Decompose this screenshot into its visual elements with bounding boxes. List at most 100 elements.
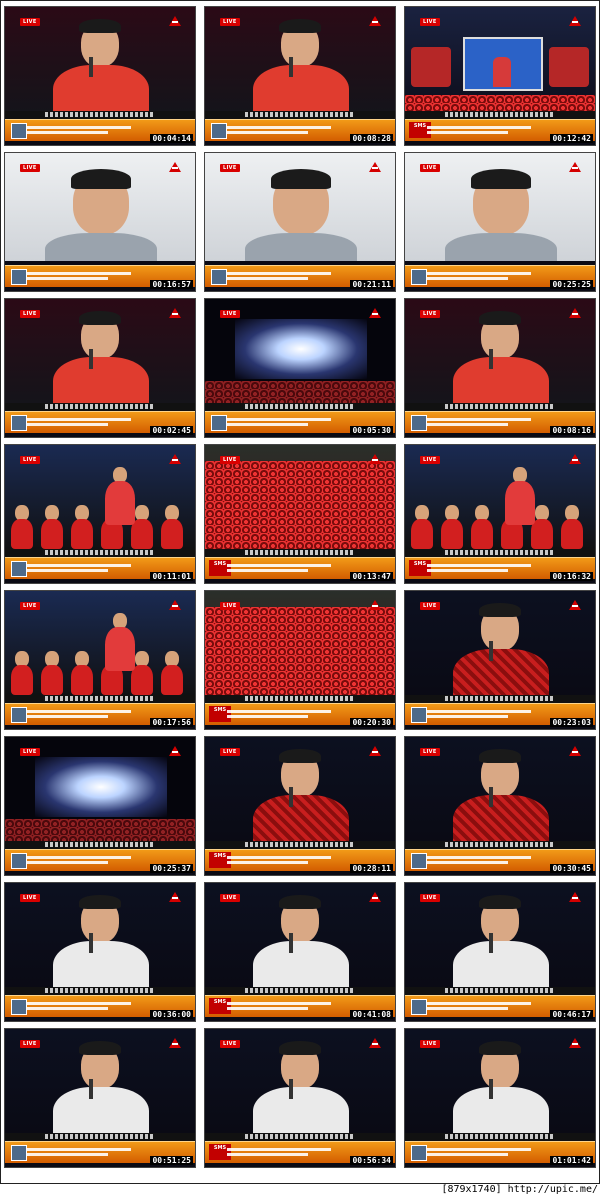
timestamp: 00:17:56 <box>150 718 193 727</box>
timestamp: 00:36:00 <box>150 1010 193 1019</box>
ticker-text <box>227 854 343 868</box>
image-host-caption[interactable]: [879x1740] http://upic.me/ <box>441 1184 598 1195</box>
headline-strip <box>5 1133 195 1141</box>
headline-strip <box>205 403 395 411</box>
timestamp: 00:56:34 <box>350 1156 393 1165</box>
ticker-text <box>227 1146 343 1160</box>
ticker-avatar-icon <box>211 269 227 285</box>
live-badge: LIVE <box>220 456 240 464</box>
ticker-avatar-icon <box>211 123 227 139</box>
timestamp: 00:05:30 <box>350 426 393 435</box>
headline-strip <box>5 841 195 849</box>
video-thumbnail[interactable]: LIVE SMS 00:28:11 <box>204 736 396 876</box>
live-badge: LIVE <box>20 164 40 172</box>
timestamp: 00:11:01 <box>150 572 193 581</box>
timestamp: 00:25:25 <box>550 280 593 289</box>
timestamp: 00:46:17 <box>550 1010 593 1019</box>
video-thumbnail[interactable]: LIVE 00:46:17 <box>404 882 596 1022</box>
video-thumbnail[interactable]: LIVE 00:02:45 <box>4 298 196 438</box>
headline-strip <box>5 403 195 411</box>
video-thumbnail[interactable]: LIVE SMS 00:13:47 <box>204 444 396 584</box>
video-thumbnail[interactable]: LIVE 00:25:37 <box>4 736 196 876</box>
ticker-avatar-icon <box>411 999 427 1015</box>
ticker-text <box>427 270 543 284</box>
thumbnail-grid: LIVE 00:04:14 LIVE 00:08:28 LIVE SMS 00:12:42 L… <box>4 4 598 1180</box>
headline-strip <box>205 987 395 995</box>
video-thumbnail[interactable]: LIVE 00:17:56 <box>4 590 196 730</box>
channel-logo-icon <box>569 454 581 464</box>
timestamp: 00:13:47 <box>350 572 393 581</box>
timestamp: 00:08:28 <box>350 134 393 143</box>
ticker-text <box>227 416 343 430</box>
ticker-text <box>227 270 343 284</box>
channel-logo-icon <box>169 454 181 464</box>
headline-strip <box>205 1133 395 1141</box>
video-thumbnail[interactable]: LIVE 00:25:25 <box>404 152 596 292</box>
live-badge: LIVE <box>20 748 40 756</box>
video-thumbnail[interactable]: LIVE 00:30:45 <box>404 736 596 876</box>
live-badge: LIVE <box>20 602 40 610</box>
ticker-avatar-icon <box>11 707 27 723</box>
timestamp: 00:30:45 <box>550 864 593 873</box>
timestamp: 00:21:11 <box>350 280 393 289</box>
ticker-text <box>427 562 543 576</box>
headline-strip <box>5 695 195 703</box>
video-thumbnail[interactable]: LIVE 00:05:30 <box>204 298 396 438</box>
channel-logo-icon <box>169 162 181 172</box>
video-thumbnail[interactable]: LIVE 00:23:03 <box>404 590 596 730</box>
live-badge: LIVE <box>420 456 440 464</box>
video-thumbnail[interactable]: LIVE 00:04:14 <box>4 6 196 146</box>
video-thumbnail[interactable]: LIVE SMS 00:12:42 <box>404 6 596 146</box>
live-badge: LIVE <box>220 894 240 902</box>
ticker-avatar-icon <box>11 123 27 139</box>
headline-strip <box>405 987 595 995</box>
channel-logo-icon <box>369 308 381 318</box>
headline-strip <box>5 987 195 995</box>
timestamp: 00:16:57 <box>150 280 193 289</box>
timestamp: 00:20:30 <box>350 718 393 727</box>
timestamp: 00:28:11 <box>350 864 393 873</box>
ticker-avatar-icon <box>11 269 27 285</box>
video-thumbnail[interactable]: LIVE 00:08:16 <box>404 298 596 438</box>
channel-logo-icon <box>169 746 181 756</box>
ticker-avatar-icon <box>11 561 27 577</box>
video-thumbnail[interactable]: LIVE 01:01:42 <box>404 1028 596 1168</box>
headline-strip <box>405 549 595 557</box>
channel-logo-icon <box>369 162 381 172</box>
ticker-text <box>427 124 543 138</box>
ticker-text <box>27 562 143 576</box>
ticker-text <box>427 1000 543 1014</box>
channel-logo-icon <box>569 746 581 756</box>
video-thumbnail[interactable]: LIVE 00:11:01 <box>4 444 196 584</box>
channel-logo-icon <box>569 600 581 610</box>
video-thumbnail[interactable]: LIVE 00:16:57 <box>4 152 196 292</box>
ticker-text <box>27 124 143 138</box>
video-thumbnail[interactable]: LIVE 00:21:11 <box>204 152 396 292</box>
ticker-text <box>427 1146 543 1160</box>
ticker-text <box>27 1000 143 1014</box>
ticker-text <box>227 562 343 576</box>
video-thumbnail[interactable]: LIVE SMS 00:16:32 <box>404 444 596 584</box>
ticker-avatar-icon <box>11 853 27 869</box>
ticker-avatar-icon <box>411 853 427 869</box>
live-badge: LIVE <box>20 456 40 464</box>
ticker-avatar-icon <box>11 999 27 1015</box>
video-thumbnail[interactable]: LIVE 00:51:25 <box>4 1028 196 1168</box>
ticker-text <box>27 270 143 284</box>
channel-logo-icon <box>569 16 581 26</box>
ticker-text <box>427 416 543 430</box>
channel-logo-icon <box>369 16 381 26</box>
headline-strip <box>205 841 395 849</box>
video-thumbnail[interactable]: LIVE 00:08:28 <box>204 6 396 146</box>
video-thumbnail[interactable]: LIVE SMS 00:20:30 <box>204 590 396 730</box>
timestamp: 00:23:03 <box>550 718 593 727</box>
channel-logo-icon <box>569 308 581 318</box>
live-badge: LIVE <box>220 1040 240 1048</box>
video-thumbnail[interactable]: LIVE SMS 00:41:08 <box>204 882 396 1022</box>
ticker-text <box>227 708 343 722</box>
ticker-avatar-icon <box>411 415 427 431</box>
video-thumbnail[interactable]: LIVE 00:36:00 <box>4 882 196 1022</box>
live-badge: LIVE <box>220 18 240 26</box>
channel-logo-icon <box>369 1038 381 1048</box>
video-thumbnail[interactable]: LIVE SMS 00:56:34 <box>204 1028 396 1168</box>
